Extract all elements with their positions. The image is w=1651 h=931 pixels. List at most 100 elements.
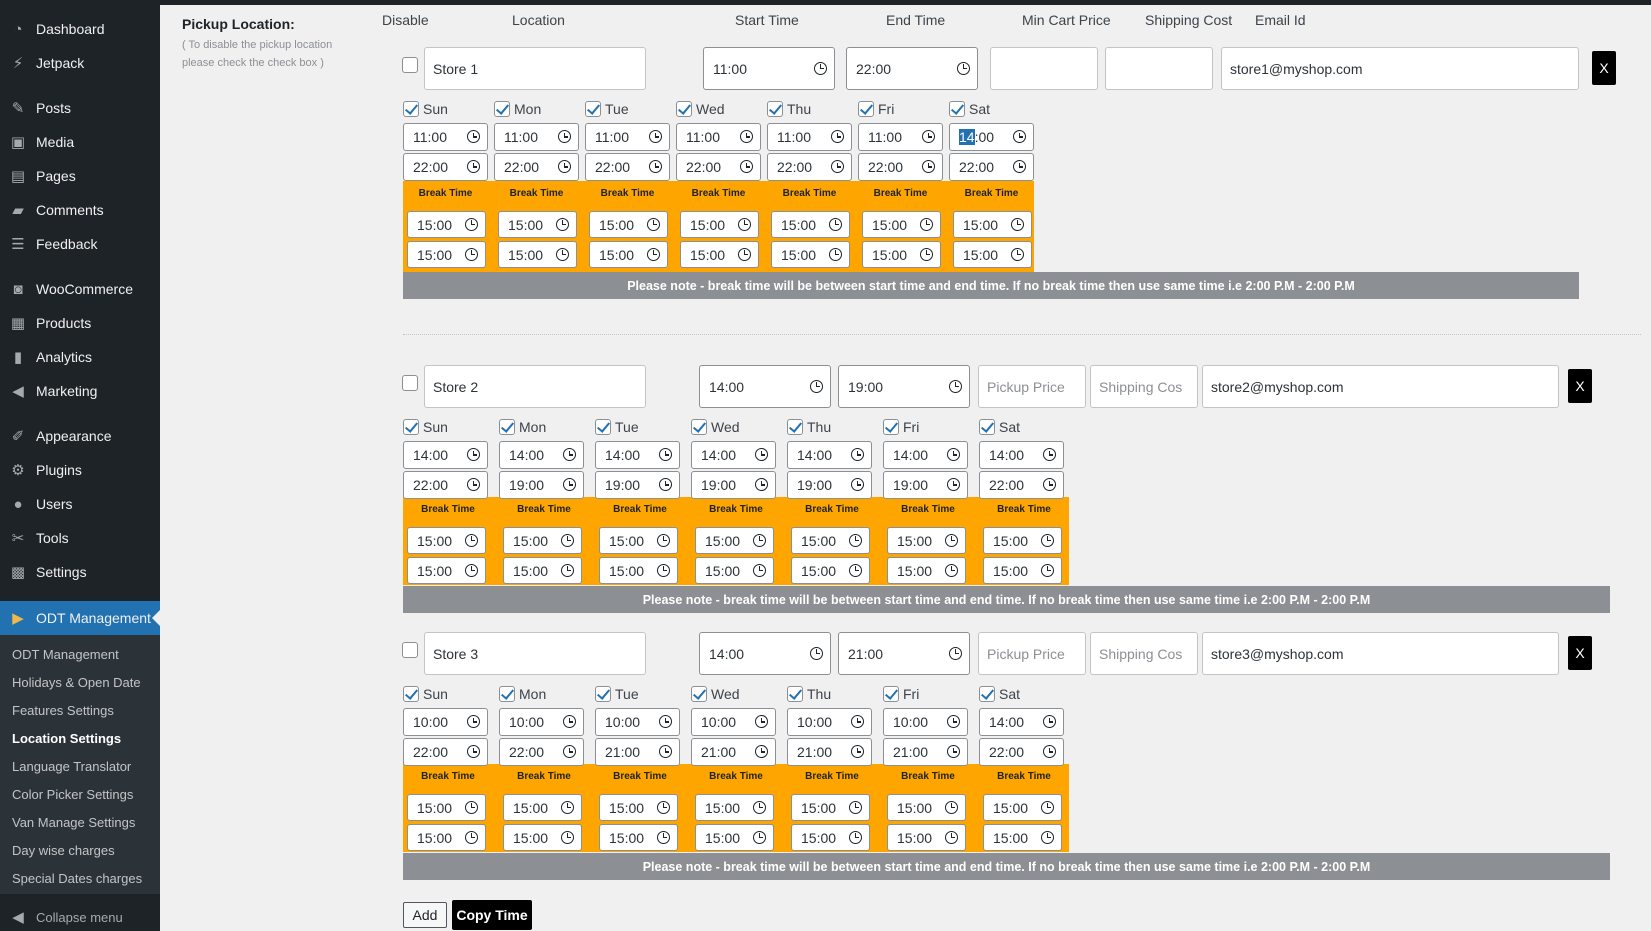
store-2-sun-end-time-input[interactable]: 22:00 (403, 471, 488, 499)
store-1-mon-checkbox[interactable] (494, 101, 510, 117)
submenu-item-day-wise-charges[interactable]: Day wise charges (0, 837, 160, 865)
store-1-sat-break-start-input[interactable]: 15:00 (953, 211, 1032, 238)
store-2-start-time-input[interactable]: 14:00 (699, 365, 831, 408)
store-2-fri-break-end-input[interactable]: 15:00 (887, 557, 966, 584)
store-1-end-time-input[interactable]: 22:00 (846, 47, 978, 90)
store-3-sat-break-start-input[interactable]: 15:00 (983, 794, 1062, 821)
store-2-sat-checkbox[interactable] (979, 419, 995, 435)
store-2-remove-button[interactable]: X (1568, 369, 1592, 403)
store-2-mon-start-time-input[interactable]: 14:00 (499, 441, 584, 469)
store-1-shipping-cost-input[interactable] (1105, 47, 1213, 90)
store-3-location-input[interactable]: Store 3 (424, 632, 646, 675)
store-2-tue-break-start-input[interactable]: 15:00 (599, 527, 678, 554)
store-1-fri-break-start-input[interactable]: 15:00 (862, 211, 941, 238)
store-3-sun-break-end-input[interactable]: 15:00 (407, 824, 486, 851)
store-1-sat-end-time-input[interactable]: 22:00 (949, 153, 1034, 181)
sidebar-item-jetpack[interactable]: ⚡ Jetpack (0, 46, 160, 80)
sidebar-item-dashboard[interactable]: ◔ Dashboard (0, 12, 160, 46)
store-3-mon-end-time-input[interactable]: 22:00 (499, 738, 584, 766)
store-1-fri-start-time-input[interactable]: 11:00 (858, 123, 943, 151)
store-2-location-input[interactable]: Store 2 (424, 365, 646, 408)
store-3-sun-end-time-input[interactable]: 22:00 (403, 738, 488, 766)
store-1-sat-start-time-input[interactable]: 14:00 (949, 123, 1034, 151)
store-1-email-input[interactable]: store1@myshop.com (1221, 47, 1579, 90)
store-1-thu-checkbox[interactable] (767, 101, 783, 117)
sidebar-item-posts[interactable]: ✎ Posts (0, 91, 160, 125)
store-1-sun-start-time-input[interactable]: 11:00 (403, 123, 488, 151)
store-2-sat-break-end-input[interactable]: 15:00 (983, 557, 1062, 584)
store-3-wed-end-time-input[interactable]: 21:00 (691, 738, 776, 766)
submenu-item-location-settings[interactable]: Location Settings (0, 725, 160, 753)
copy-time-button[interactable]: Copy Time (452, 900, 532, 930)
store-2-wed-end-time-input[interactable]: 19:00 (691, 471, 776, 499)
store-1-fri-break-end-input[interactable]: 15:00 (862, 241, 941, 268)
store-1-tue-start-time-input[interactable]: 11:00 (585, 123, 670, 151)
store-3-mon-checkbox[interactable] (499, 686, 515, 702)
store-1-thu-break-start-input[interactable]: 15:00 (771, 211, 850, 238)
store-2-wed-break-end-input[interactable]: 15:00 (695, 557, 774, 584)
sidebar-item-comments[interactable]: ▰ Comments (0, 193, 160, 227)
store-1-tue-break-end-input[interactable]: 15:00 (589, 241, 668, 268)
store-2-tue-checkbox[interactable] (595, 419, 611, 435)
store-2-tue-break-end-input[interactable]: 15:00 (599, 557, 678, 584)
store-1-thu-end-time-input[interactable]: 22:00 (767, 153, 852, 181)
submenu-item-features-settings[interactable]: Features Settings (0, 697, 160, 725)
store-3-email-input[interactable]: store3@myshop.com (1202, 632, 1559, 675)
store-2-email-input[interactable]: store2@myshop.com (1202, 365, 1559, 408)
sidebar-item-tools[interactable]: ✂ Tools (0, 521, 160, 555)
sidebar-item-feedback[interactable]: ☰ Feedback (0, 227, 160, 261)
store-3-remove-button[interactable]: X (1568, 636, 1592, 670)
store-1-wed-break-end-input[interactable]: 15:00 (680, 241, 759, 268)
store-3-thu-start-time-input[interactable]: 10:00 (787, 708, 872, 736)
sidebar-item-woocommerce[interactable]: ◙ WooCommerce (0, 272, 160, 306)
store-1-sun-checkbox[interactable] (403, 101, 419, 117)
store-2-thu-break-end-input[interactable]: 15:00 (791, 557, 870, 584)
store-3-mon-start-time-input[interactable]: 10:00 (499, 708, 584, 736)
store-1-mon-break-end-input[interactable]: 15:00 (498, 241, 577, 268)
store-2-thu-end-time-input[interactable]: 19:00 (787, 471, 872, 499)
sidebar-item-pages[interactable]: ▤ Pages (0, 159, 160, 193)
sidebar-item-plugins[interactable]: ⚙ Plugins (0, 453, 160, 487)
collapse-menu-button[interactable]: ◀ Collapse menu (0, 903, 160, 931)
store-3-thu-end-time-input[interactable]: 21:00 (787, 738, 872, 766)
store-2-wed-checkbox[interactable] (691, 419, 707, 435)
store-3-fri-break-start-input[interactable]: 15:00 (887, 794, 966, 821)
store-1-tue-checkbox[interactable] (585, 101, 601, 117)
store-3-disable-checkbox[interactable] (402, 642, 418, 658)
store-1-sat-checkbox[interactable] (949, 101, 965, 117)
store-2-wed-start-time-input[interactable]: 14:00 (691, 441, 776, 469)
store-1-sat-break-end-input[interactable]: 15:00 (953, 241, 1032, 268)
store-2-fri-start-time-input[interactable]: 14:00 (883, 441, 968, 469)
store-3-thu-checkbox[interactable] (787, 686, 803, 702)
store-1-remove-button[interactable]: X (1592, 51, 1616, 85)
store-3-fri-start-time-input[interactable]: 10:00 (883, 708, 968, 736)
store-2-mon-checkbox[interactable] (499, 419, 515, 435)
sidebar-item-odt-management[interactable]: ▶ ODT Management (0, 601, 160, 635)
store-3-wed-break-end-input[interactable]: 15:00 (695, 824, 774, 851)
store-1-min-cart-price-input[interactable] (990, 47, 1098, 90)
store-2-sun-start-time-input[interactable]: 14:00 (403, 441, 488, 469)
store-3-thu-break-end-input[interactable]: 15:00 (791, 824, 870, 851)
store-3-sat-checkbox[interactable] (979, 686, 995, 702)
store-1-start-time-input[interactable]: 11:00 (703, 47, 835, 90)
store-3-thu-break-start-input[interactable]: 15:00 (791, 794, 870, 821)
store-1-sun-break-start-input[interactable]: 15:00 (407, 211, 486, 238)
store-2-fri-end-time-input[interactable]: 19:00 (883, 471, 968, 499)
store-3-sun-start-time-input[interactable]: 10:00 (403, 708, 488, 736)
store-2-sun-break-end-input[interactable]: 15:00 (407, 557, 486, 584)
store-2-tue-start-time-input[interactable]: 14:00 (595, 441, 680, 469)
store-3-fri-end-time-input[interactable]: 21:00 (883, 738, 968, 766)
store-1-fri-end-time-input[interactable]: 22:00 (858, 153, 943, 181)
store-2-mon-break-start-input[interactable]: 15:00 (503, 527, 582, 554)
submenu-item-odt-management[interactable]: ODT Management (0, 641, 160, 669)
store-1-thu-start-time-input[interactable]: 11:00 (767, 123, 852, 151)
store-2-shipping-cost-input[interactable]: Shipping Cos (1090, 365, 1198, 408)
store-2-wed-break-start-input[interactable]: 15:00 (695, 527, 774, 554)
store-3-start-time-input[interactable]: 14:00 (699, 632, 831, 675)
store-2-pickup-price-input[interactable]: Pickup Price (978, 365, 1086, 408)
store-1-tue-end-time-input[interactable]: 22:00 (585, 153, 670, 181)
sidebar-item-settings[interactable]: ▩ Settings (0, 555, 160, 589)
store-3-mon-break-end-input[interactable]: 15:00 (503, 824, 582, 851)
store-2-sat-break-start-input[interactable]: 15:00 (983, 527, 1062, 554)
sidebar-item-media[interactable]: ▣ Media (0, 125, 160, 159)
